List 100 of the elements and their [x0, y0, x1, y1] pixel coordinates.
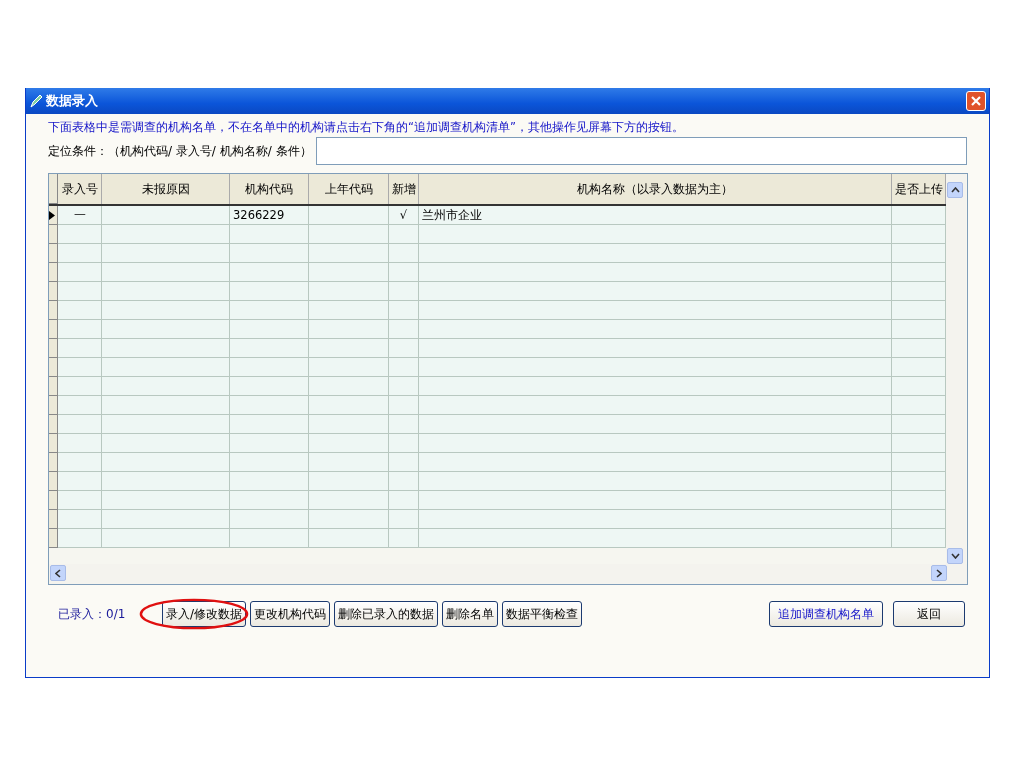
action-button[interactable]: 删除名单 [442, 601, 499, 627]
table-cell [892, 377, 946, 396]
close-icon [970, 95, 982, 107]
table-cell [389, 244, 419, 263]
row-header[interactable] [49, 396, 58, 415]
row-header[interactable] [49, 358, 58, 377]
table-cell [389, 263, 419, 282]
entered-count: 已录入：0/1 [58, 605, 127, 623]
row-header[interactable] [49, 529, 58, 548]
scroll-up-button[interactable] [947, 182, 963, 198]
column-header[interactable]: 录入号 [58, 174, 102, 204]
table-cell [389, 282, 419, 301]
action-button[interactable]: 数据平衡检查 [502, 601, 583, 627]
table-cell [892, 301, 946, 320]
table-cell [58, 377, 102, 396]
action-button[interactable]: 更改机构代码 [250, 601, 331, 627]
table-cell [892, 510, 946, 529]
table-cell [58, 225, 102, 244]
column-header[interactable]: 上年代码 [309, 174, 389, 204]
table-cell: 一 [58, 206, 102, 225]
row-header[interactable] [49, 434, 58, 453]
action-button[interactable]: 追加调查机构名单 [769, 601, 883, 627]
table-cell [892, 491, 946, 510]
action-button[interactable]: 删除已录入的数据 [334, 601, 439, 627]
table-cell [58, 358, 102, 377]
table-cell [389, 396, 419, 415]
table-cell [58, 434, 102, 453]
caret-left-icon [55, 568, 61, 578]
table-cell [389, 472, 419, 491]
table-cell [892, 263, 946, 282]
table-cell [892, 339, 946, 358]
table-cell [892, 206, 946, 225]
table-cell [58, 396, 102, 415]
table-cell [389, 377, 419, 396]
scroll-left-button[interactable] [50, 565, 66, 581]
table-cell [892, 434, 946, 453]
row-header[interactable] [49, 339, 58, 358]
table-cell: 3266229 [230, 206, 309, 225]
row-header[interactable] [49, 491, 58, 510]
scroll-right-button[interactable] [931, 565, 947, 581]
caret-right-icon [936, 568, 942, 578]
table-cell [892, 415, 946, 434]
caret-up-icon [950, 187, 960, 193]
table-cell: 兰州市企业 [419, 206, 892, 225]
table-cell [389, 320, 419, 339]
table-cell: √ [389, 206, 419, 225]
table-cell [58, 263, 102, 282]
table-cell [58, 339, 102, 358]
table-cell [892, 244, 946, 263]
table-cell [58, 453, 102, 472]
column-header[interactable]: 未报原因 [102, 174, 230, 204]
row-header[interactable] [49, 510, 58, 529]
table-cell [389, 358, 419, 377]
table-cell [58, 320, 102, 339]
action-button[interactable]: 录入/修改数据 [162, 601, 247, 627]
column-header[interactable]: 机构名称（以录入数据为主） [419, 174, 892, 204]
table-cell [58, 472, 102, 491]
table-cell [892, 472, 946, 491]
table-cell [389, 434, 419, 453]
table-cell [58, 415, 102, 434]
table-cell [389, 510, 419, 529]
pen-icon [29, 93, 43, 109]
table-cell [58, 282, 102, 301]
row-header[interactable] [49, 320, 58, 339]
table-cell [892, 358, 946, 377]
table-cell [389, 301, 419, 320]
table-cell [58, 244, 102, 263]
caret-down-icon [950, 553, 960, 559]
row-header[interactable] [49, 453, 58, 472]
table-cell [892, 225, 946, 244]
action-button[interactable]: 返回 [893, 601, 965, 627]
table-cell [58, 529, 102, 548]
scroll-down-button[interactable] [947, 548, 963, 564]
instruction-text: 下面表格中是需调查的机构名单，不在名单中的机构请点击右下角的“追加调查机构清单”，其他操作见屏幕下方的按钮。 [48, 119, 685, 136]
table-cell [892, 453, 946, 472]
table-cell [389, 339, 419, 358]
table-cell [58, 510, 102, 529]
table-cell [389, 225, 419, 244]
row-header[interactable] [49, 377, 58, 396]
row-header[interactable] [49, 244, 58, 263]
table-cell [389, 491, 419, 510]
column-header[interactable]: 机构代码 [230, 174, 309, 204]
table-cell [58, 491, 102, 510]
locate-label: 定位条件：（机构代码/ 录入号/ 机构名称/ 条件） [48, 142, 312, 160]
window-title: 数据录入 [46, 92, 98, 110]
table-cell [892, 396, 946, 415]
column-header[interactable]: 新增 [389, 174, 419, 204]
row-header[interactable] [49, 282, 58, 301]
row-header[interactable] [49, 415, 58, 434]
locate-field[interactable] [315, 137, 967, 165]
row-header[interactable] [49, 472, 58, 491]
row-header[interactable] [49, 263, 58, 282]
row-header[interactable] [49, 301, 58, 320]
table-cell [892, 320, 946, 339]
table-cell [389, 529, 419, 548]
table-cell [389, 415, 419, 434]
table-cell [892, 529, 946, 548]
table-cell [58, 301, 102, 320]
close-button[interactable] [966, 91, 986, 111]
table-cell [389, 453, 419, 472]
